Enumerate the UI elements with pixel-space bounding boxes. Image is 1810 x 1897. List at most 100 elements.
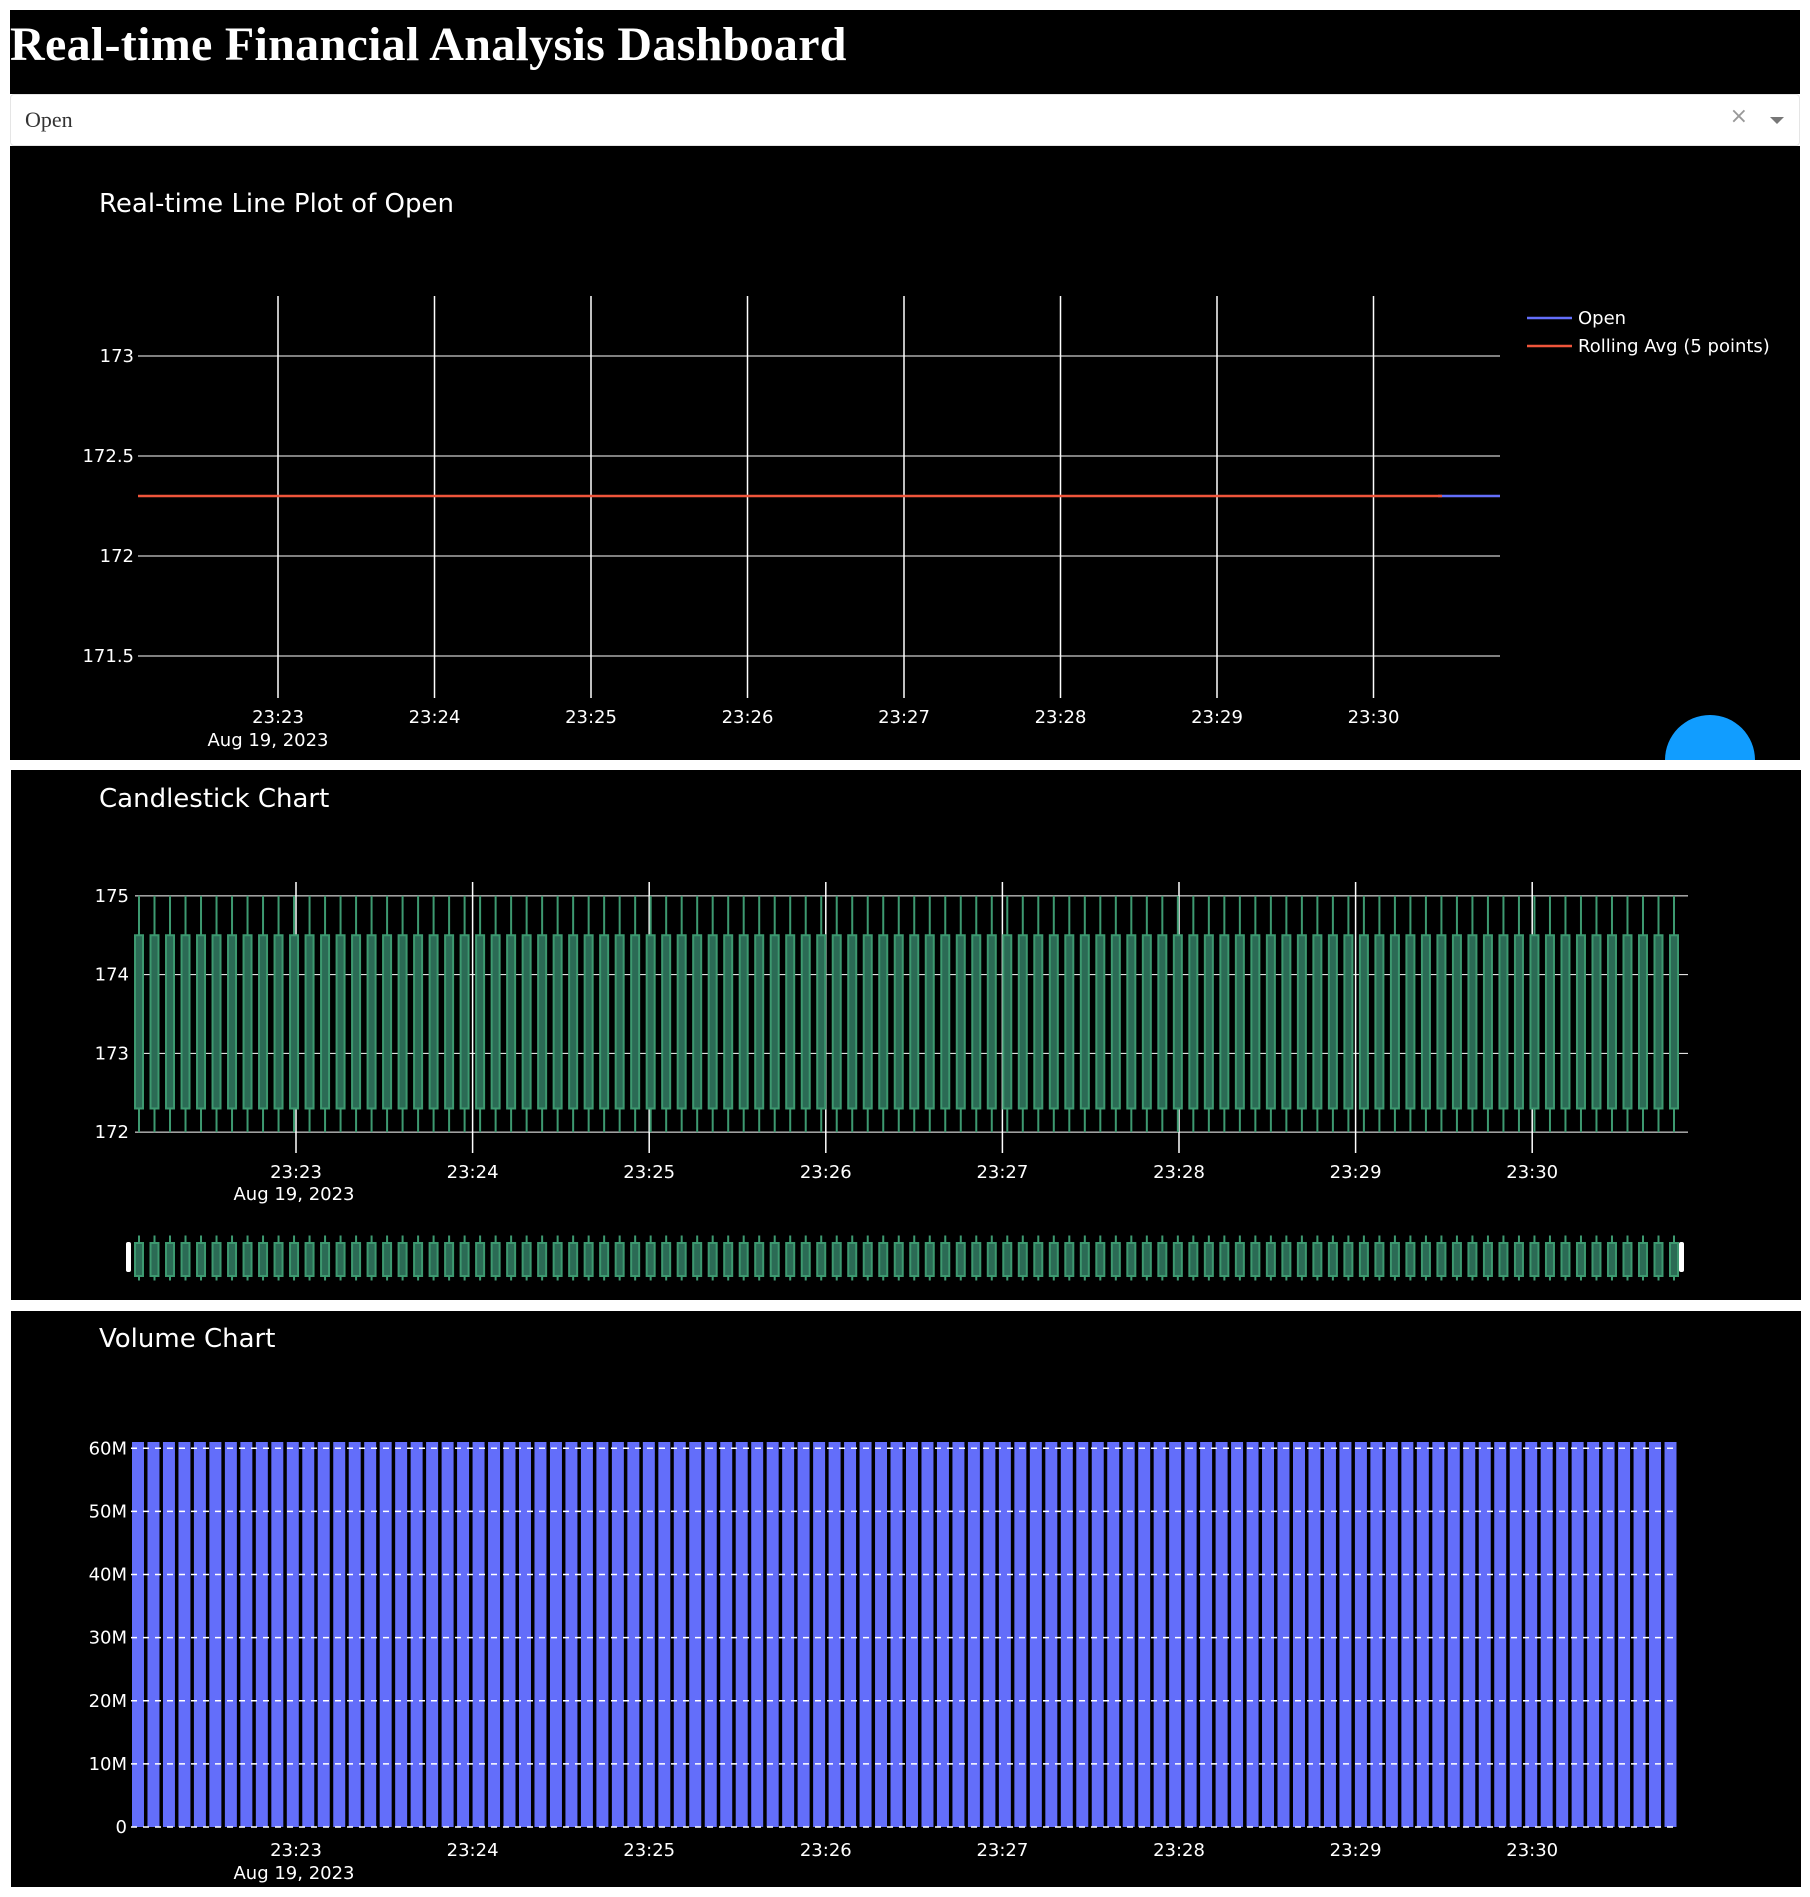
- candlestick: [1389, 895, 1400, 1133]
- range-slider-candlestick: [180, 1235, 191, 1281]
- volume-x-tick-label: 23:28: [1153, 1840, 1205, 1861]
- range-slider-candlestick: [661, 1235, 672, 1281]
- floating-action-button[interactable]: [1665, 715, 1755, 760]
- range-slider-candlestick: [785, 1235, 796, 1281]
- volume-bar: [813, 1442, 826, 1827]
- page-title: Real-time Financial Analysis Dashboard: [10, 18, 847, 71]
- volume-bar: [782, 1442, 795, 1827]
- candle-x-date-label: Aug 19, 2023: [233, 1184, 354, 1205]
- volume-bar: [967, 1442, 980, 1827]
- range-slider-candlestick: [630, 1235, 641, 1281]
- volume-bar: [132, 1442, 144, 1827]
- range-slider-candlestick: [1095, 1235, 1106, 1281]
- range-slider[interactable]: [126, 1235, 1684, 1281]
- volume-bar: [751, 1442, 764, 1827]
- range-slider-candlestick: [459, 1235, 470, 1281]
- volume-bar: [472, 1442, 485, 1827]
- range-slider-candlestick: [382, 1235, 393, 1281]
- volume-bar: [766, 1442, 779, 1827]
- volume-bars: [132, 1442, 1677, 1827]
- volume-bar: [193, 1442, 206, 1827]
- candlestick: [1095, 895, 1106, 1133]
- clear-icon[interactable]: ×: [1730, 104, 1748, 129]
- candlestick: [490, 895, 501, 1133]
- candlestick: [893, 895, 904, 1133]
- range-slider-candlestick: [831, 1235, 842, 1281]
- volume-x-tick-label: 23:29: [1330, 1840, 1382, 1861]
- volume-bar: [410, 1442, 423, 1827]
- range-slider-candlestick: [1017, 1235, 1028, 1281]
- volume-chart-svg[interactable]: Volume Chart 60M 50M 40M 30M 20M 10M 0 23:23 23…: [11, 1311, 1800, 1887]
- volume-bar: [255, 1442, 268, 1827]
- volume-bar: [1200, 1442, 1213, 1827]
- candlestick: [1544, 895, 1555, 1133]
- volume-bar: [828, 1442, 841, 1827]
- volume-bar: [1478, 1442, 1491, 1827]
- range-slider-candlestick: [800, 1235, 811, 1281]
- range-slider-candlestick: [754, 1235, 765, 1281]
- candlestick-chart-svg[interactable]: Candlestick Chart 175 174 173 172 23:23 23:2…: [11, 770, 1800, 1300]
- candlestick: [1467, 895, 1478, 1133]
- range-slider-candlestick: [506, 1235, 517, 1281]
- range-slider-candlestick: [676, 1235, 687, 1281]
- candlestick: [1172, 895, 1183, 1133]
- candlestick: [537, 895, 548, 1133]
- candle-x-tick-label: 23:28: [1153, 1162, 1205, 1183]
- range-slider-candlestick: [1188, 1235, 1199, 1281]
- range-slider-right-handle[interactable]: [1679, 1242, 1684, 1272]
- range-slider-candlestick: [1420, 1235, 1431, 1281]
- volume-chart-panel: Volume Chart 60M 50M 40M 30M 20M 10M 0 23:23 23…: [11, 1311, 1801, 1887]
- candlestick: [1374, 895, 1385, 1133]
- volume-bar: [704, 1442, 717, 1827]
- volume-bar: [611, 1442, 624, 1827]
- candlestick: [707, 895, 718, 1133]
- range-slider-candlestick: [1560, 1235, 1571, 1281]
- range-slider-candlestick: [1451, 1235, 1462, 1281]
- chevron-down-icon[interactable]: [1770, 117, 1784, 124]
- range-slider-candlestick: [444, 1235, 455, 1281]
- range-slider-candlestick: [1343, 1235, 1354, 1281]
- candlestick: [258, 895, 269, 1133]
- volume-bar: [178, 1442, 191, 1827]
- volume-bar: [1540, 1442, 1553, 1827]
- range-slider-candlestick: [165, 1235, 176, 1281]
- range-slider-candlestick: [1653, 1235, 1664, 1281]
- metric-dropdown[interactable]: Open ×: [10, 94, 1800, 146]
- volume-bar: [565, 1442, 578, 1827]
- candlestick: [816, 895, 827, 1133]
- range-slider-candlestick: [428, 1235, 439, 1281]
- candle-y-tick-label: 174: [95, 965, 129, 986]
- range-slider-candlestick: [1219, 1235, 1230, 1281]
- range-slider-candlestick: [149, 1235, 160, 1281]
- line-chart-svg[interactable]: Real-time Line Plot of Open 173 172.5 172 1…: [10, 146, 1800, 760]
- legend-rolling-label[interactable]: Rolling Avg (5 points): [1578, 336, 1770, 357]
- candlestick: [1358, 895, 1369, 1133]
- volume-bar: [1029, 1442, 1042, 1827]
- candlestick: [1234, 895, 1245, 1133]
- candlestick: [955, 895, 966, 1133]
- range-slider-candlestick: [289, 1235, 300, 1281]
- volume-bar: [426, 1442, 439, 1827]
- legend[interactable]: Open Rolling Avg (5 points): [1527, 308, 1770, 357]
- range-slider-candlestick: [1637, 1235, 1648, 1281]
- volume-bar: [549, 1442, 562, 1827]
- volume-bar: [503, 1442, 516, 1827]
- candle-x-tick-label: 23:25: [623, 1162, 675, 1183]
- candlestick: [1002, 895, 1013, 1133]
- range-slider-left-handle[interactable]: [126, 1242, 131, 1272]
- volume-bar: [1401, 1442, 1414, 1827]
- candlestick: [878, 895, 889, 1133]
- volume-y-tick-label: 50M: [89, 1501, 127, 1522]
- volume-bar: [859, 1442, 872, 1827]
- dropdown-selected-value: Open: [25, 107, 73, 132]
- range-slider-candlestick: [1203, 1235, 1214, 1281]
- legend-open-label[interactable]: Open: [1578, 308, 1626, 329]
- volume-bar: [240, 1442, 253, 1827]
- volume-bar: [457, 1442, 470, 1827]
- range-slider-candlestick: [862, 1235, 873, 1281]
- volume-bar: [1277, 1442, 1290, 1827]
- range-slider-candlestick: [1405, 1235, 1416, 1281]
- range-slider-candlestick: [692, 1235, 703, 1281]
- line-x-tick-label: 23:24: [409, 707, 461, 728]
- candlestick: [459, 895, 470, 1133]
